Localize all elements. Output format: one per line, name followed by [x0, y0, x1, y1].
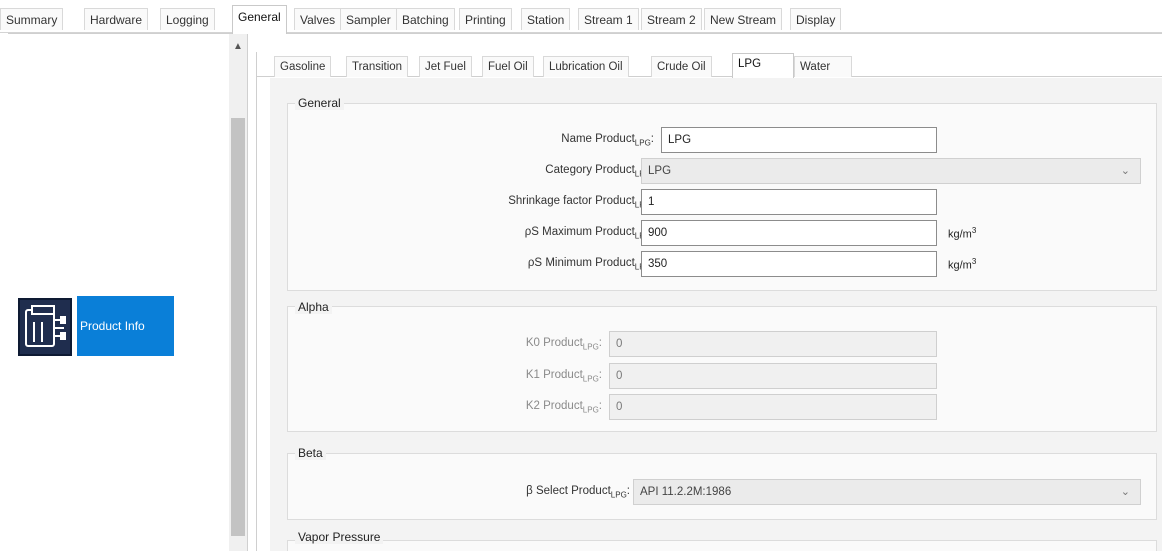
tab-logging[interactable]: Logging: [160, 8, 215, 30]
tab-general[interactable]: General: [232, 5, 287, 34]
tab-printing[interactable]: Printing: [459, 8, 512, 30]
product-info-icon[interactable]: [18, 298, 72, 356]
tab-lpg[interactable]: LPG: [732, 53, 794, 78]
beta-select-dropdown[interactable]: API 11.2.2M:1986 ⌄: [633, 479, 1141, 505]
k1-product-label: K1 ProductLPG:: [525, 369, 602, 384]
tab-transition[interactable]: Transition: [346, 56, 409, 77]
chevron-down-icon: ⌄: [1120, 486, 1130, 498]
tab-new-stream[interactable]: New Stream: [704, 8, 783, 30]
tab-display[interactable]: Display: [790, 8, 842, 30]
rho-maximum-input[interactable]: [641, 220, 937, 246]
general-group-title: General: [295, 96, 344, 110]
scroll-up-icon[interactable]: ▲: [229, 40, 247, 54]
tab-station[interactable]: Station: [521, 8, 571, 30]
vapor-pressure-group: [287, 540, 1157, 551]
tab-stream-1[interactable]: Stream 1: [578, 8, 639, 30]
k2-product-input[interactable]: [609, 394, 937, 420]
rho-minimum-label: ρS Minimum ProductLPG:: [527, 257, 654, 271]
beta-select-value: API 11.2.2M:1986: [640, 486, 732, 498]
scroll-thumb[interactable]: [231, 118, 245, 536]
product-info-tile[interactable]: Product Info: [77, 296, 174, 356]
rho-minimum-input[interactable]: [641, 251, 937, 277]
vapor-pressure-group-title: Vapor Pressure: [295, 530, 384, 544]
main-tab-bar: Summary Hardware Logging General Valves …: [0, 0, 1162, 34]
tab-water[interactable]: Water: [794, 56, 852, 77]
tab-jet-fuel[interactable]: Jet Fuel: [419, 56, 472, 77]
category-product-select[interactable]: LPG ⌄: [641, 158, 1141, 184]
tab-summary[interactable]: Summary: [0, 8, 64, 30]
name-product-label: Name ProductLPG:: [561, 133, 654, 148]
tab-lubrication-oil[interactable]: Lubrication Oil: [543, 56, 629, 77]
shrinkage-factor-input[interactable]: [641, 189, 937, 215]
tab-gasoline[interactable]: Gasoline: [274, 56, 332, 77]
shrinkage-factor-label: Shrinkage factor ProductLPG:: [508, 195, 654, 209]
tab-valves[interactable]: Valves: [294, 8, 342, 30]
k0-product-input[interactable]: [609, 331, 937, 357]
alpha-group-title: Alpha: [295, 300, 332, 314]
tab-stream-2[interactable]: Stream 2: [641, 8, 702, 30]
category-product-label: Category ProductLPG:: [545, 164, 654, 178]
k1-product-input[interactable]: [609, 363, 937, 389]
k0-product-label: K0 ProductLPG:: [525, 337, 602, 352]
left-scrollbar[interactable]: ▲: [229, 34, 247, 551]
name-product-input[interactable]: [661, 127, 937, 153]
beta-select-label: β Select ProductLPG:: [526, 485, 630, 500]
tab-crude-oil[interactable]: Crude Oil: [651, 56, 712, 77]
product-tab-bar: Gasoline Transition Jet Fuel Fuel Oil Lu…: [256, 52, 1162, 78]
tab-hardware[interactable]: Hardware: [84, 8, 149, 30]
rho-maximum-unit: kg/m3: [948, 226, 977, 241]
rho-maximum-label: ρS Maximum ProductLPG:: [524, 226, 654, 240]
beta-group-title: Beta: [295, 446, 326, 460]
category-list-panel: [8, 34, 248, 551]
rho-minimum-unit: kg/m3: [948, 257, 977, 272]
tab-sampler[interactable]: Sampler: [340, 8, 397, 30]
k2-product-label: K2 ProductLPG:: [525, 400, 602, 415]
tab-fuel-oil[interactable]: Fuel Oil: [482, 56, 534, 77]
tab-batching[interactable]: Batching: [396, 8, 455, 30]
category-product-value: LPG: [648, 165, 672, 177]
chevron-down-icon: ⌄: [1120, 165, 1130, 177]
